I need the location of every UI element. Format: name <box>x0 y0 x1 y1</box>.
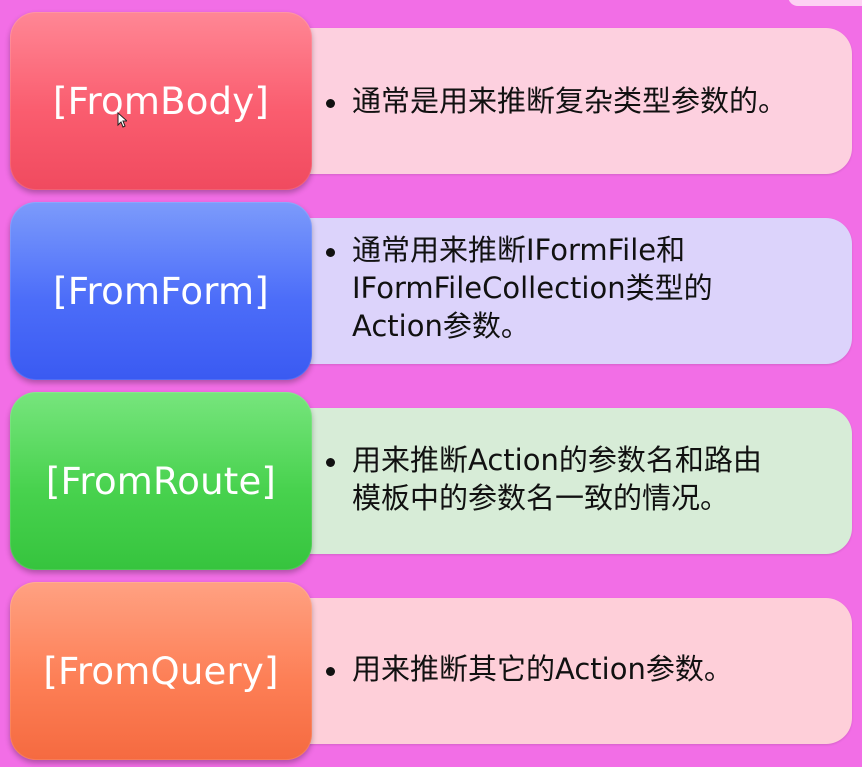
bullet-icon <box>326 248 335 257</box>
bullet-icon <box>326 458 335 467</box>
item-row-frombody: [FromBody] 通常是用来推断复杂类型参数的。 <box>0 0 862 200</box>
description-line: IFormFileCollection类型的 <box>352 271 713 305</box>
attribute-tile-frombody: [FromBody] <box>10 12 312 190</box>
bullet-icon <box>326 667 335 676</box>
item-row-fromform: [FromForm] 通常用来推断IFormFile和 IFormFileCol… <box>0 200 862 390</box>
description-line: 通常是用来推断复杂类型参数的。 <box>352 84 788 118</box>
description: 用来推断其它的Action参数。 <box>326 650 834 688</box>
description-text: 通常是用来推断复杂类型参数的。 <box>352 82 834 120</box>
bullet-icon <box>326 99 335 108</box>
description-text: 用来推断其它的Action参数。 <box>352 650 834 688</box>
description-line: 通常用来推断IFormFile和 <box>352 233 686 267</box>
item-row-fromroute: [FromRoute] 用来推断Action的参数名和路由 模板中的参数名一致的… <box>0 390 862 580</box>
description-text: 用来推断Action的参数名和路由 模板中的参数名一致的情况。 <box>352 441 834 517</box>
description-text: 通常用来推断IFormFile和 IFormFileCollection类型的 … <box>352 231 834 345</box>
attribute-label: [FromBody] <box>53 79 269 123</box>
attribute-label: [FromForm] <box>53 269 269 313</box>
description-line: 用来推断Action的参数名和路由 <box>352 443 762 477</box>
description: 通常用来推断IFormFile和 IFormFileCollection类型的 … <box>326 231 834 345</box>
description: 通常是用来推断复杂类型参数的。 <box>326 82 834 120</box>
attribute-label: [FromRoute] <box>45 459 277 503</box>
item-row-fromquery: [FromQuery] 用来推断其它的Action参数。 <box>0 580 862 767</box>
attribute-tile-fromquery: [FromQuery] <box>10 582 312 760</box>
description-line: 用来推断其它的Action参数。 <box>352 652 733 686</box>
attribute-tile-fromroute: [FromRoute] <box>10 392 312 570</box>
attribute-tile-fromform: [FromForm] <box>10 202 312 380</box>
attribute-label: [FromQuery] <box>43 649 279 693</box>
description-line: 模板中的参数名一致的情况。 <box>352 481 730 515</box>
description-line: Action参数。 <box>352 309 530 343</box>
description: 用来推断Action的参数名和路由 模板中的参数名一致的情况。 <box>326 441 834 517</box>
mouse-cursor-icon <box>117 112 127 128</box>
